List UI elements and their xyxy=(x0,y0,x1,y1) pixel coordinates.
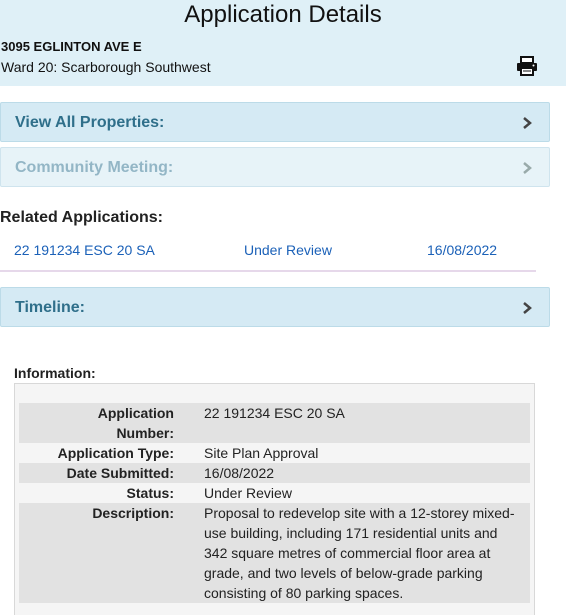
chevron-right-icon xyxy=(523,302,532,314)
date-submitted-value: 16/08/2022 xyxy=(204,465,275,481)
chevron-right-icon xyxy=(523,162,532,174)
description-label: Description: xyxy=(92,505,174,521)
property-address: 3095 EGLINTON AVE E xyxy=(1,39,142,54)
related-application-row[interactable]: 22 191234 ESC 20 SA Under Review 16/08/2… xyxy=(0,236,536,272)
application-number-label: Application Number: xyxy=(97,405,174,441)
community-meeting-accordion[interactable]: Community Meeting: xyxy=(0,147,550,187)
description-value: Proposal to redevelop site with a 12-sto… xyxy=(204,505,515,601)
date-submitted-label: Date Submitted: xyxy=(66,465,174,481)
related-applications-heading: Related Applications: xyxy=(0,209,163,226)
info-row-date-submitted: Date Submitted: 16/08/2022 xyxy=(19,463,530,483)
community-meeting-label: Community Meeting: xyxy=(15,159,174,176)
application-number-value: 22 191234 ESC 20 SA xyxy=(204,405,345,421)
related-application-date[interactable]: 16/08/2022 xyxy=(427,242,497,258)
info-row-application-type: Application Type: Site Plan Approval xyxy=(19,443,530,463)
printer-icon[interactable] xyxy=(516,56,538,76)
status-label: Status: xyxy=(126,485,174,501)
page-header: Application Details 3095 EGLINTON AVE E … xyxy=(0,0,566,86)
info-row-status: Status: Under Review xyxy=(19,483,530,503)
application-type-label: Application Type: xyxy=(57,445,174,461)
view-all-properties-label: View All Properties: xyxy=(15,114,165,131)
status-value: Under Review xyxy=(204,485,292,501)
ward-label: Ward 20: Scarborough Southwest xyxy=(1,59,211,75)
view-all-properties-accordion[interactable]: View All Properties: xyxy=(0,102,550,142)
chevron-right-icon xyxy=(523,117,532,129)
timeline-label: Timeline: xyxy=(15,299,85,316)
timeline-accordion[interactable]: Timeline: xyxy=(0,287,550,327)
info-row-description: Description: Proposal to redevelop site … xyxy=(19,503,530,603)
related-application-status[interactable]: Under Review xyxy=(244,242,332,258)
information-panel: Application Number: 22 191234 ESC 20 SA … xyxy=(14,383,535,615)
page-title: Application Details xyxy=(184,1,382,28)
application-type-value: Site Plan Approval xyxy=(204,445,319,461)
related-application-number[interactable]: 22 191234 ESC 20 SA xyxy=(14,242,155,258)
info-row-application-number: Application Number: 22 191234 ESC 20 SA xyxy=(19,403,530,443)
information-heading: Information: xyxy=(14,365,96,381)
